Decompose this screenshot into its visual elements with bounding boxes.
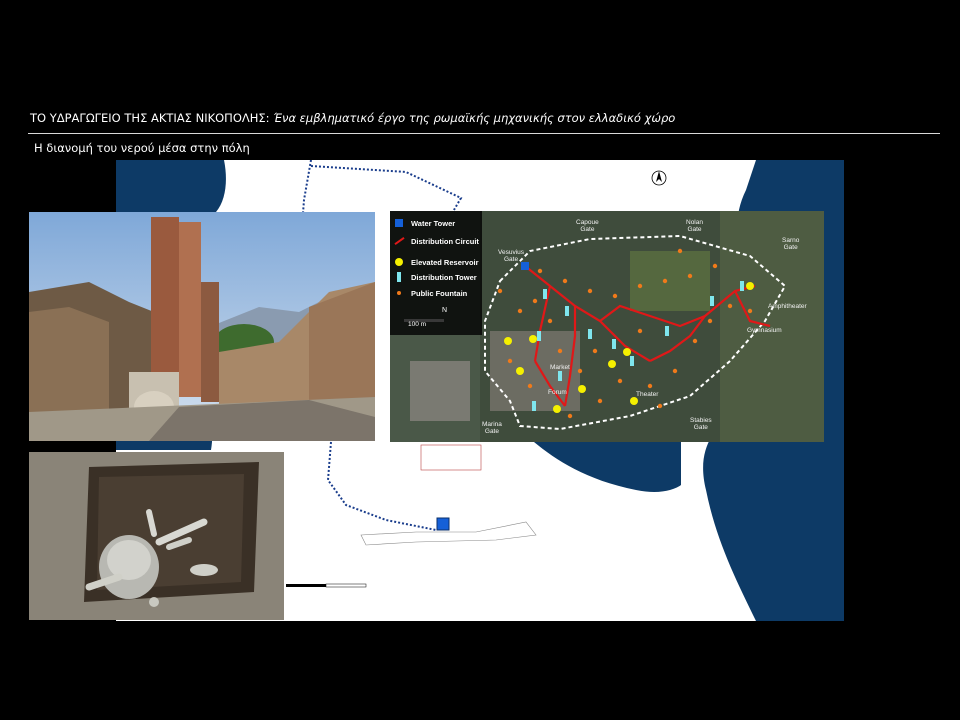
satellite-water-tower <box>521 262 529 270</box>
gate-capoue: Capoue Gate <box>576 219 599 233</box>
gate-stabies: Stabies Gate <box>690 417 712 431</box>
legend-water-tower-label: Water Tower <box>411 218 456 228</box>
square-icon <box>394 218 406 228</box>
slide-title: ΤΟ ΥΔΡΑΓΩΓΕΙΟ ΤΗΣ ΑΚΤΙΑΣ ΝΙΚΟΠΟΛΗΣ: Ένα … <box>30 111 675 125</box>
slide-subtitle: Η διανομή του νερού μέσα στην πόλη <box>34 141 250 155</box>
sea-inlet <box>534 442 692 492</box>
legend-water-tower: Water Tower <box>394 216 455 230</box>
scale-label: 100 m <box>408 321 427 328</box>
title-divider <box>28 133 940 134</box>
legend-public-fountain-label: Public Fountain <box>411 288 468 298</box>
legend-distribution-tower-label: Distribution Tower <box>411 272 477 282</box>
gate-marina: Marina Gate <box>482 421 502 435</box>
legend-distribution-tower: Distribution Tower <box>394 270 477 284</box>
slide-title-italic: Ένα εμβληματικό έργο της ρωμαϊκής μηχανι… <box>273 111 676 125</box>
sea-left-top <box>116 160 226 212</box>
label-theater: Theater <box>636 391 659 398</box>
legend-public-fountain: Public Fountain <box>394 286 467 300</box>
gate-sarno: Sarno Gate <box>782 237 800 251</box>
north-label: N <box>442 307 448 314</box>
legend-distribution-circuit-label: Distribution Circuit <box>411 236 479 246</box>
map-legend: Water Tower Distribution Circuit Elevate… <box>390 211 482 335</box>
label-amphitheater: Amphitheater <box>768 303 807 310</box>
distribution-network-map: Water Tower Distribution Circuit Elevate… <box>390 211 824 442</box>
legend-elevated-reservoir: Elevated Reservoir <box>394 255 479 269</box>
label-forum: Forum <box>548 389 567 396</box>
gate-nolan: Nolan Gate <box>686 219 703 233</box>
label-gymnasium: Gymnasium <box>747 327 782 334</box>
gate-vesuvius: Vesuvius Gate <box>498 249 525 263</box>
street-fountain-photo <box>29 212 375 441</box>
circle-icon <box>394 257 406 267</box>
line-icon <box>394 236 406 246</box>
legend-elevated-reservoir-label: Elevated Reservoir <box>411 257 479 267</box>
dot-icon <box>394 288 406 298</box>
label-market: Market <box>550 364 570 371</box>
excavation-pit-photo <box>29 452 284 620</box>
legend-distribution-circuit: Distribution Circuit <box>394 234 479 248</box>
bar-icon <box>394 272 406 282</box>
slide-title-main: ΤΟ ΥΔΡΑΓΩΓΕΙΟ ΤΗΣ ΑΚΤΙΑΣ ΝΙΚΟΠΟΛΗΣ: <box>30 111 270 125</box>
water-tower-marker <box>436 517 450 531</box>
